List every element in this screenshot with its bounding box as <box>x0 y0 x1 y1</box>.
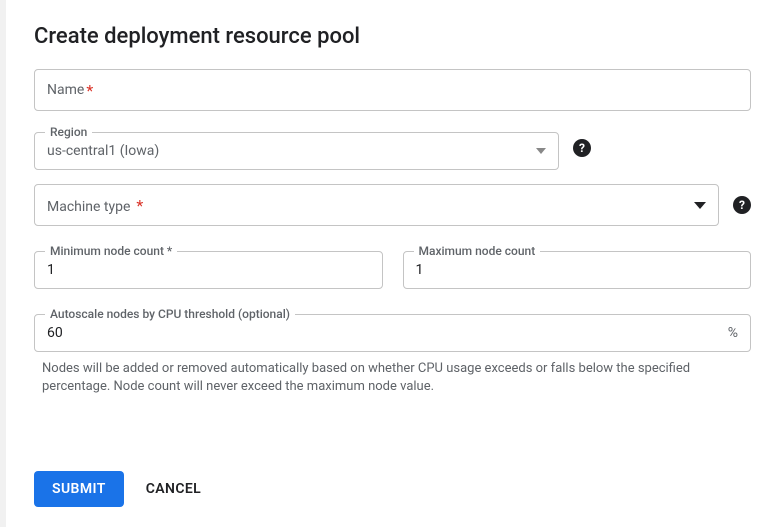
page-title: Create deployment resource pool <box>34 24 751 49</box>
autoscale-input[interactable] <box>47 325 720 341</box>
autoscale-field-wrap: Autoscale nodes by CPU threshold (option… <box>34 307 751 352</box>
region-help-icon[interactable]: ? <box>573 139 591 157</box>
autoscale-label: Autoscale nodes by CPU threshold (option… <box>45 307 295 321</box>
max-node-field[interactable]: Maximum node count <box>403 244 752 289</box>
max-node-field-wrap: Maximum node count <box>403 244 752 289</box>
name-field[interactable]: Name * <box>34 69 751 111</box>
machine-type-help-icon[interactable]: ? <box>733 196 751 214</box>
min-node-input[interactable] <box>47 262 370 278</box>
create-resource-pool-panel: Create deployment resource pool Name * R… <box>6 0 779 527</box>
region-select[interactable]: Region us-central1 (Iowa) <box>34 125 559 170</box>
autoscale-unit: % <box>728 325 738 341</box>
cancel-button[interactable]: CANCEL <box>146 481 201 497</box>
autoscale-field[interactable]: Autoscale nodes by CPU threshold (option… <box>34 307 751 352</box>
min-node-field[interactable]: Minimum node count * <box>34 244 383 289</box>
form-area: Create deployment resource pool Name * R… <box>34 24 751 447</box>
max-node-input[interactable] <box>416 262 739 278</box>
dialog-footer: SUBMIT CANCEL <box>34 447 751 507</box>
machine-type-required-asterisk: * <box>136 196 143 215</box>
name-required-asterisk: * <box>86 81 93 100</box>
machine-type-select[interactable]: Machine type * <box>34 184 719 226</box>
min-node-label: Minimum node count * <box>45 244 177 258</box>
min-node-field-wrap: Minimum node count * <box>34 244 383 289</box>
region-row: Region us-central1 (Iowa) ? <box>34 125 751 170</box>
submit-button[interactable]: SUBMIT <box>34 471 124 507</box>
autoscale-helper-text: Nodes will be added or removed automatic… <box>34 360 751 396</box>
node-count-row: Minimum node count * Maximum node count <box>34 244 751 289</box>
region-field-wrap: Region us-central1 (Iowa) <box>34 125 559 170</box>
region-label: Region <box>45 125 92 139</box>
name-label: Name <box>47 82 84 98</box>
dropdown-caret-icon <box>536 148 546 154</box>
machine-type-row: Machine type * ? <box>34 184 751 226</box>
region-value: us-central1 (Iowa) <box>47 143 159 159</box>
max-node-label: Maximum node count <box>414 244 541 258</box>
dropdown-caret-icon <box>694 202 706 209</box>
machine-type-label: Machine type <box>47 199 130 215</box>
